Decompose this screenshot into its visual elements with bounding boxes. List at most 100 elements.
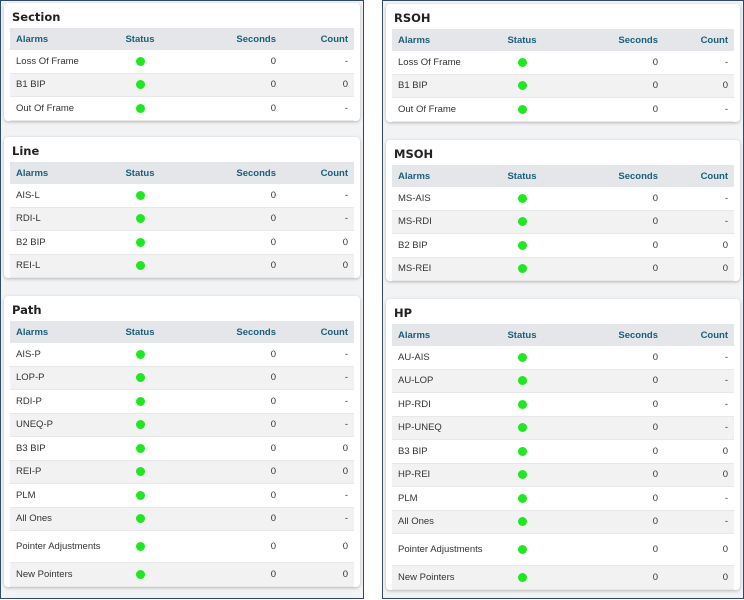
count-value: 0 xyxy=(342,79,348,91)
alarm-name: AIS-P xyxy=(16,348,41,360)
header-count: Count xyxy=(320,167,348,179)
header-status: Status xyxy=(125,167,155,179)
table-row: Loss Of Frame 0 - xyxy=(10,50,354,74)
status-cell xyxy=(492,104,552,114)
status-cell xyxy=(110,56,170,66)
table-row: RDI-L 0 - xyxy=(10,207,354,231)
count-value: 0 xyxy=(342,236,348,248)
status-cell xyxy=(492,470,552,480)
status-indicator-icon xyxy=(135,514,145,524)
count-value: - xyxy=(724,398,728,410)
seconds-value: 0 xyxy=(270,236,276,248)
seconds-value: 0 xyxy=(652,375,658,387)
status-cell xyxy=(492,217,552,227)
status-cell xyxy=(492,240,552,250)
header-alarms: Alarms xyxy=(16,33,49,45)
card-title: HP xyxy=(394,306,413,320)
seconds-value: 0 xyxy=(652,492,658,504)
count-value: - xyxy=(344,372,348,384)
alarm-name: Pointer Adjustments xyxy=(398,544,483,555)
alarm-name: Out Of Frame xyxy=(16,102,75,114)
seconds-value: 0 xyxy=(270,489,276,501)
table-row: Loss Of Frame 0 - xyxy=(392,51,734,75)
table-row: AU-LOP 0 - xyxy=(392,369,734,393)
status-indicator-icon xyxy=(517,517,527,527)
seconds-value: 0 xyxy=(652,422,658,434)
header-alarms: Alarms xyxy=(16,167,49,179)
status-cell xyxy=(492,446,552,456)
left-panel: Section Alarms Status Seconds Count Loss Of F… xyxy=(0,0,364,599)
seconds-value: 0 xyxy=(652,469,658,481)
card-title: Line xyxy=(12,144,40,158)
header-seconds: Seconds xyxy=(236,167,276,179)
alarm-name: MS-AIS xyxy=(398,192,431,204)
count-value: 0 xyxy=(342,442,348,454)
count-value: - xyxy=(344,419,348,431)
table-row: New Pointers 0 0 xyxy=(10,563,354,587)
status-indicator-icon xyxy=(517,217,527,227)
seconds-value: 0 xyxy=(270,213,276,225)
table-row: AU-AIS 0 - xyxy=(392,346,734,370)
count-value: 0 xyxy=(722,239,728,251)
alarm-name: Out Of Frame xyxy=(398,103,457,115)
seconds-value: 0 xyxy=(270,466,276,478)
status-indicator-icon xyxy=(135,261,145,271)
table-row: All Ones 0 - xyxy=(392,510,734,534)
header-status: Status xyxy=(507,329,537,341)
table-row: LOP-P 0 - xyxy=(10,366,354,390)
status-indicator-icon xyxy=(135,80,145,90)
table-row: B2 BIP 0 0 xyxy=(392,234,734,258)
alarm-name: PLM xyxy=(398,492,418,504)
status-indicator-icon xyxy=(517,493,527,503)
status-cell xyxy=(492,352,552,362)
alarm-name: B1 BIP xyxy=(398,80,428,92)
status-cell xyxy=(110,396,170,406)
status-cell xyxy=(492,264,552,274)
alarm-name: MS-REI xyxy=(398,263,432,275)
table-header: Alarms Status Seconds Count xyxy=(392,324,734,346)
status-cell xyxy=(110,214,170,224)
status-cell xyxy=(492,517,552,527)
count-value: - xyxy=(344,189,348,201)
table-row: Pointer Adjustments 0 0 xyxy=(392,534,734,566)
status-cell xyxy=(492,376,552,386)
table-header: Alarms Status Seconds Count xyxy=(10,162,354,184)
alarm-name: HP-RDI xyxy=(398,398,431,410)
seconds-value: 0 xyxy=(652,216,658,228)
status-indicator-icon xyxy=(135,420,145,430)
table-row: HP-REI 0 0 xyxy=(392,463,734,487)
alarm-name: AU-LOP xyxy=(398,375,434,387)
table-header: Alarms Status Seconds Count xyxy=(392,165,734,187)
status-indicator-icon xyxy=(135,103,145,113)
seconds-value: 0 xyxy=(652,445,658,457)
table-row: MS-RDI 0 - xyxy=(392,210,734,234)
table-row: B2 BIP 0 0 xyxy=(10,231,354,255)
header-seconds: Seconds xyxy=(236,33,276,45)
count-value: - xyxy=(344,489,348,501)
seconds-value: 0 xyxy=(652,571,658,583)
seconds-value: 0 xyxy=(270,372,276,384)
status-cell xyxy=(110,80,170,90)
seconds-value: 0 xyxy=(652,192,658,204)
table-row: All Ones 0 - xyxy=(10,507,354,531)
status-indicator-icon xyxy=(517,470,527,480)
seconds-value: 0 xyxy=(270,55,276,67)
table-row: B1 BIP 0 0 xyxy=(392,74,734,98)
seconds-value: 0 xyxy=(270,442,276,454)
table-row: PLM 0 - xyxy=(10,484,354,508)
alarm-name: B2 BIP xyxy=(398,239,428,251)
status-cell xyxy=(492,493,552,503)
alarm-name: AU-AIS xyxy=(398,351,430,363)
table-header: Alarms Status Seconds Count xyxy=(392,29,734,51)
status-cell xyxy=(110,514,170,524)
status-indicator-icon xyxy=(517,193,527,203)
seconds-value: 0 xyxy=(652,351,658,363)
alarm-name: All Ones xyxy=(398,516,434,528)
alarm-name: B3 BIP xyxy=(16,442,46,454)
alarm-name: Pointer Adjustments xyxy=(16,541,101,552)
status-cell xyxy=(492,399,552,409)
table-row: Out Of Frame 0 - xyxy=(392,98,734,122)
status-indicator-icon xyxy=(517,240,527,250)
status-indicator-icon xyxy=(135,214,145,224)
status-indicator-icon xyxy=(517,352,527,362)
